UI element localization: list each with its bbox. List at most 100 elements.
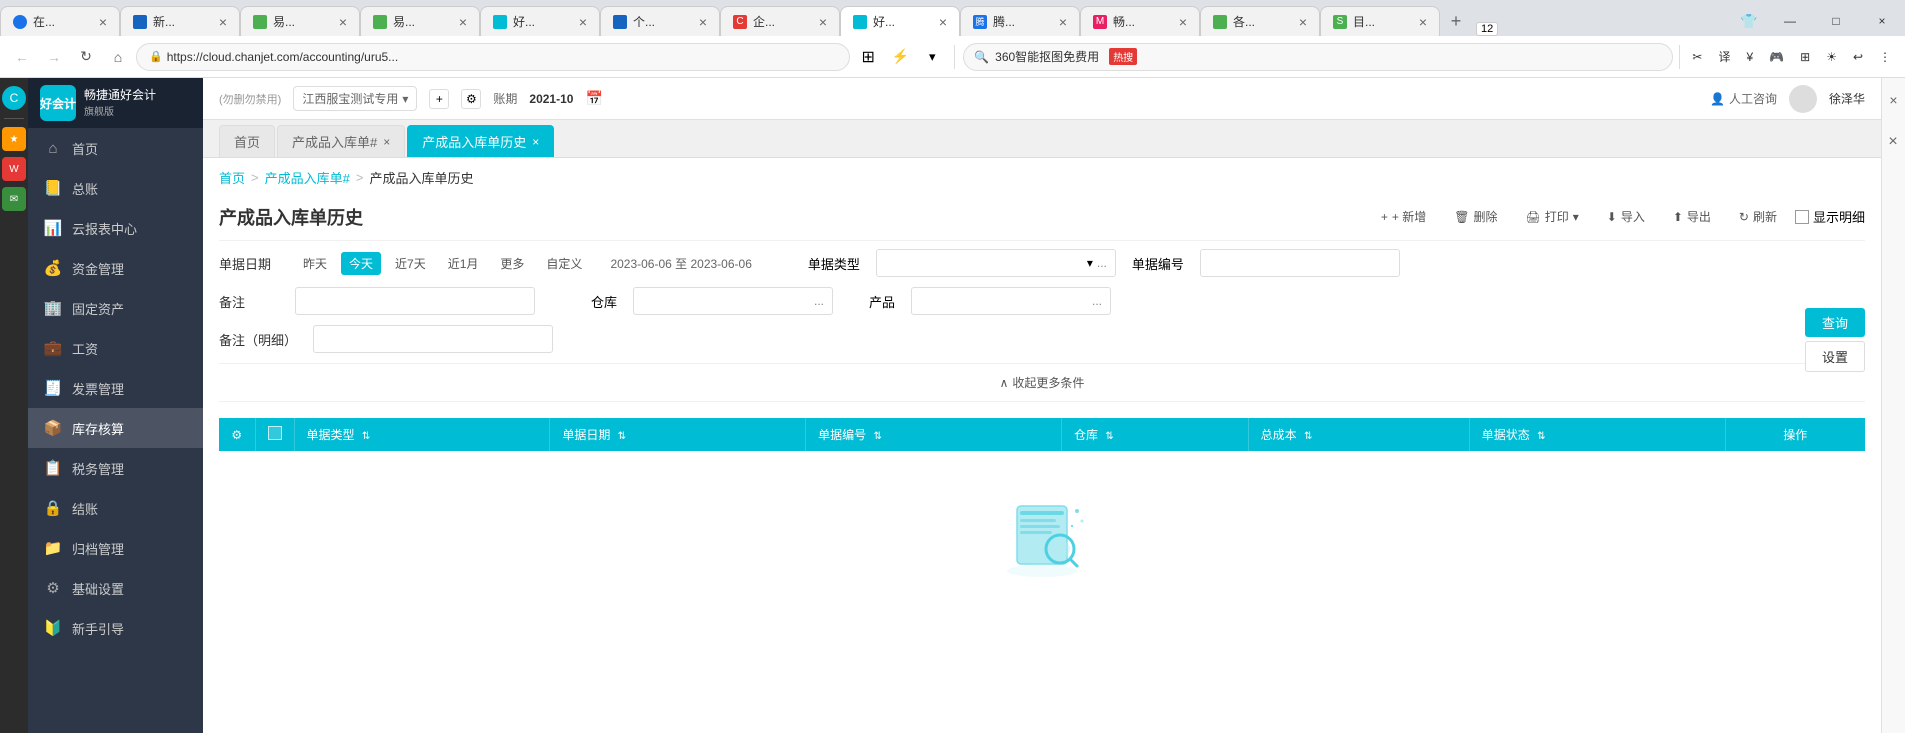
export-button[interactable]: ⬆ 导出 (1663, 203, 1721, 230)
tab-close-7[interactable]: × (819, 14, 827, 30)
icon-bar-item-1[interactable]: ★ (2, 127, 26, 151)
browser-tab-9[interactable]: 腾 腾... × (960, 6, 1080, 36)
query-button[interactable]: 查询 (1805, 308, 1865, 337)
browser-tab-1[interactable]: 在... × (0, 6, 120, 36)
th-doc-num[interactable]: 单据编号 ⇅ (806, 418, 1062, 451)
tab-close-9[interactable]: × (1059, 14, 1067, 30)
browser-tab-4[interactable]: 易... × (360, 6, 480, 36)
tab-close-8[interactable]: × (939, 14, 947, 30)
back-button[interactable]: ← (8, 43, 36, 71)
tab-close-3[interactable]: × (339, 14, 347, 30)
refresh-button[interactable]: ↻ (72, 43, 100, 71)
refresh-button-page[interactable]: ↻ 刷新 (1729, 203, 1787, 230)
search-bar[interactable]: 🔍 360智能抠图免费用 热搜 (963, 43, 1673, 71)
remark-input[interactable] (295, 287, 535, 315)
sidebar-item-home[interactable]: ⌂ 首页 (28, 128, 203, 168)
sidebar-item-basic[interactable]: ⚙ 基础设置 (28, 568, 203, 608)
sidebar-item-invoice[interactable]: 🧾 发票管理 (28, 368, 203, 408)
translate-btn[interactable]: 译 (1712, 43, 1736, 71)
show-cols-checkbox[interactable] (1795, 210, 1809, 224)
sidebar-item-settlement[interactable]: 🔒 结账 (28, 488, 203, 528)
doc-type-select[interactable]: ▾ ... (876, 249, 1116, 277)
maximize-button[interactable]: □ (1813, 6, 1859, 36)
import-button[interactable]: ⬇ 导入 (1597, 203, 1655, 230)
product-select[interactable]: ... (911, 287, 1111, 315)
page-tab-history-close[interactable]: × (532, 135, 539, 149)
sidebar-item-inventory[interactable]: 📦 库存核算 (28, 408, 203, 448)
sun-btn[interactable]: ☀ (1820, 43, 1843, 71)
browser-tab-7[interactable]: C 企... × (720, 6, 840, 36)
filter-settings-button[interactable]: 设置 (1805, 341, 1865, 372)
date-opt-1month[interactable]: 近1月 (440, 252, 487, 275)
tab-close-12[interactable]: × (1419, 14, 1427, 30)
sidebar-item-newvoucher[interactable]: 🔰 新手引导 (28, 608, 203, 648)
grid-icon[interactable]: ⊞ (854, 43, 882, 71)
company-select[interactable]: 江西服宝测试专用 ▾ (293, 86, 417, 111)
th-doc-type[interactable]: 单据类型 ⇅ (294, 418, 550, 451)
icon-bar-item-2[interactable]: W (2, 157, 26, 181)
icon-bar-item-3[interactable]: ✉ (2, 187, 26, 211)
sidebar-item-ledger[interactable]: 📒 总账 (28, 168, 203, 208)
minimize-button[interactable]: — (1767, 6, 1813, 36)
date-opt-7days[interactable]: 近7天 (387, 252, 434, 275)
tab-count-display[interactable]: 12 (1476, 22, 1498, 36)
dropdown-arrow[interactable]: ▾ (918, 43, 946, 71)
date-opt-yesterday[interactable]: 昨天 (295, 252, 335, 275)
browser-tab-2[interactable]: 新... × (120, 6, 240, 36)
sidebar-item-archive[interactable]: 📁 归档管理 (28, 528, 203, 568)
browser-tab-6[interactable]: 个... × (600, 6, 720, 36)
game-btn[interactable]: 🎮 (1763, 43, 1790, 71)
collapse-button[interactable]: ∧ 收起更多条件 (1000, 370, 1085, 395)
sidebar-item-salary[interactable]: 💼 工资 (28, 328, 203, 368)
add-company-button[interactable]: + (429, 89, 449, 109)
address-input[interactable]: 🔒 https://cloud.chanjet.com/accounting/u… (136, 43, 850, 71)
undo-btn[interactable]: ↩ (1847, 43, 1869, 71)
tab-close-1[interactable]: × (99, 14, 107, 30)
th-settings[interactable]: ⚙ (219, 418, 255, 451)
th-doc-status[interactable]: 单据状态 ⇅ (1469, 418, 1725, 451)
tab-close-11[interactable]: × (1299, 14, 1307, 30)
browser-tab-8[interactable]: 好... × (840, 6, 960, 36)
yuan-btn[interactable]: ¥ (1740, 43, 1759, 71)
tab-close-5[interactable]: × (579, 14, 587, 30)
home-button[interactable]: ⌂ (104, 43, 132, 71)
page-tab-home[interactable]: 首页 (219, 125, 275, 157)
user-service-button[interactable]: 👤 人工咨询 (1710, 90, 1777, 107)
app-icon-main[interactable]: C (2, 86, 26, 110)
th-checkbox[interactable] (255, 418, 294, 451)
sidebar-item-tax[interactable]: 📋 税务管理 (28, 448, 203, 488)
doc-type-dots[interactable]: ... (1097, 256, 1107, 270)
lightning-icon[interactable]: ⚡ (886, 43, 914, 71)
th-total-cost[interactable]: 总成本 ⇅ (1248, 418, 1469, 451)
remark-detail-input[interactable] (313, 325, 553, 353)
browser-tab-12[interactable]: S 目... × (1320, 6, 1440, 36)
th-doc-date[interactable]: 单据日期 ⇅ (550, 418, 806, 451)
date-opt-more[interactable]: 更多 (492, 252, 532, 275)
calendar-icon[interactable]: 📅 (585, 90, 602, 107)
forward-button[interactable]: → (40, 43, 68, 71)
page-tab-history[interactable]: 产成品入库单历史 × (407, 125, 554, 157)
page-tab-doc-list-close[interactable]: × (383, 135, 390, 149)
layout-btn[interactable]: ⊞ (1794, 43, 1816, 71)
tab-close-2[interactable]: × (219, 14, 227, 30)
new-tab-button[interactable]: + (1440, 6, 1472, 36)
doc-num-input[interactable] (1200, 249, 1400, 277)
select-all-checkbox[interactable] (268, 426, 282, 440)
date-opt-custom[interactable]: 自定义 (538, 252, 590, 275)
browser-tab-11[interactable]: 各... × (1200, 6, 1320, 36)
breadcrumb-doc-list[interactable]: 产成品入库单# (265, 168, 350, 187)
sidebar-item-report[interactable]: 📊 云报表中心 (28, 208, 203, 248)
tab-close-10[interactable]: × (1179, 14, 1187, 30)
browser-tab-3[interactable]: 易... × (240, 6, 360, 36)
shirt-icon[interactable]: 👕 (1731, 6, 1767, 36)
warehouse-select[interactable]: ... (633, 287, 833, 315)
company-settings-button[interactable]: ⚙ (461, 89, 481, 109)
sidebar-item-fixed[interactable]: 🏢 固定资产 (28, 288, 203, 328)
tab-close-6[interactable]: × (699, 14, 707, 30)
right-panel-close[interactable]: × (1889, 92, 1897, 108)
add-button[interactable]: + + 新增 (1371, 203, 1436, 230)
browser-tab-5[interactable]: 好... × (480, 6, 600, 36)
settings-browser-btn[interactable]: ⋮ (1873, 43, 1897, 71)
date-opt-today[interactable]: 今天 (341, 252, 381, 275)
browser-tab-10[interactable]: M 畅... × (1080, 6, 1200, 36)
